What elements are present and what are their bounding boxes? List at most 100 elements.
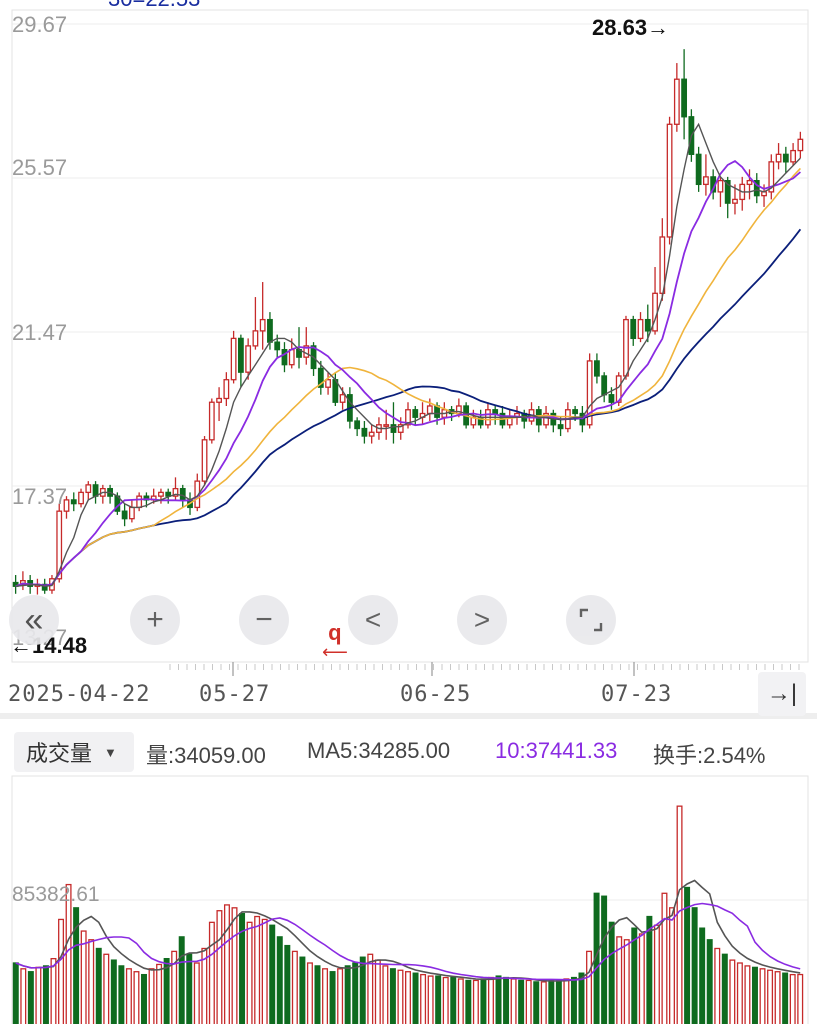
volume-bar-73 [563,978,570,1024]
volume-bar-101 [774,971,781,1024]
volume-bar-36 [284,944,291,1024]
stock-chart-screen: 30=22.53 29.67 25.57 21.47 17.37 13.27 2… [0,0,817,1024]
volume-bar-72 [555,979,562,1024]
volume-bar-23 [186,953,193,1024]
volume-bar-41 [322,968,329,1024]
candle-body [208,401,215,441]
volume-bar-16 [133,971,140,1024]
candle-body [601,375,608,396]
jump-to-end-button[interactable]: →| [758,672,806,716]
volume-bar-83 [638,933,645,1024]
candle-body [281,349,288,366]
q-arrow-icon: ⟵ [322,642,348,662]
volume-bar-93 [714,947,721,1024]
date-tick-2: 06-25 [400,682,472,707]
candle-body [354,420,361,430]
volume-bar-5 [50,957,57,1024]
date-tick-3: 07-23 [601,682,673,707]
candle-108 [797,131,804,159]
volume-bar-86 [661,892,668,1024]
volume-bar-88 [676,805,683,1024]
candle-90 [666,116,673,245]
volume-ma10-line [15,902,801,981]
candle-95 [703,154,709,196]
candle-8 [70,492,77,512]
candle-65 [485,402,491,429]
candle-body [797,138,804,152]
candle-86 [637,312,644,343]
price-tick-29-67: 29.67 [12,12,68,37]
volume-bar-17 [141,973,147,1024]
candle-body [426,405,433,415]
volume-bar-57 [442,976,449,1024]
date-tick-1: 05-27 [199,682,271,707]
volume-bar-62 [480,978,487,1024]
candle-72 [535,405,542,433]
volume-bar-64 [495,975,502,1024]
volume-bar-11 [95,947,102,1024]
candle-body [557,424,564,430]
candle-body [790,149,797,163]
prev-button[interactable]: < [348,595,398,645]
candle-body [361,427,368,437]
candle-69 [514,405,520,425]
volume-bar-75 [578,972,585,1024]
candle-body [390,424,397,433]
candle-40 [303,327,310,365]
volume-bar-14 [118,965,125,1024]
candle-body [492,409,499,415]
volume-bar-65 [503,976,510,1024]
volume-bar-26 [208,921,215,1024]
candle-56 [419,402,426,425]
candle-91 [673,63,680,132]
candle-100 [739,176,746,211]
candle-15 [121,503,128,527]
candle-body [158,491,164,497]
volume-bar-42 [329,971,336,1024]
zoom-in-button[interactable]: + [130,595,180,645]
fullscreen-button[interactable] [566,595,616,645]
candle-body [85,484,92,494]
zoom-out-button[interactable]: − [239,595,289,645]
volume-bar-53 [412,972,419,1024]
candle-1 [19,571,26,591]
volume-bar-22 [178,936,185,1024]
volume-bar-32 [254,915,261,1024]
candle-body [637,318,644,340]
indicator-selector[interactable]: 成交量 ▼ [14,732,134,772]
back-button[interactable]: « [9,595,59,645]
candle-43 [325,372,331,395]
chevron-left-icon: < [364,604,382,635]
volume-ma5: MA5:34285.00 [307,738,451,763]
ma10-line [15,160,801,588]
next-button[interactable]: > [457,595,507,645]
candle-106 [782,146,789,174]
volume-bar-13 [110,959,117,1024]
candle-60 [448,405,455,422]
volume-bar-85 [653,924,660,1024]
candle-33 [252,297,259,350]
candle-body [223,379,230,400]
plus-icon: + [146,603,164,636]
volume-ma10: 10:37441.33 [495,738,618,763]
volume-bar-49 [382,965,389,1024]
candle-27 [208,398,215,444]
volume-bar-6 [58,918,65,1024]
candle-17 [136,492,143,512]
candlestick-chart[interactable] [0,0,817,1024]
candle-body [245,345,252,373]
candle-47 [354,417,361,437]
volume-bar-55 [427,975,434,1024]
volume-bar-46 [359,956,366,1024]
candle-12 [99,484,106,504]
volume-bar-51 [397,969,404,1024]
candle-26 [201,436,208,485]
volume-bar-59 [457,978,464,1024]
candle-body [594,360,600,377]
volume-bar-103 [789,973,796,1024]
candle-97 [717,176,724,207]
candle-body [339,394,346,403]
turnover-rate: 换手:2.54% [653,743,766,768]
candle-20 [158,488,164,504]
candle-body [136,495,143,509]
